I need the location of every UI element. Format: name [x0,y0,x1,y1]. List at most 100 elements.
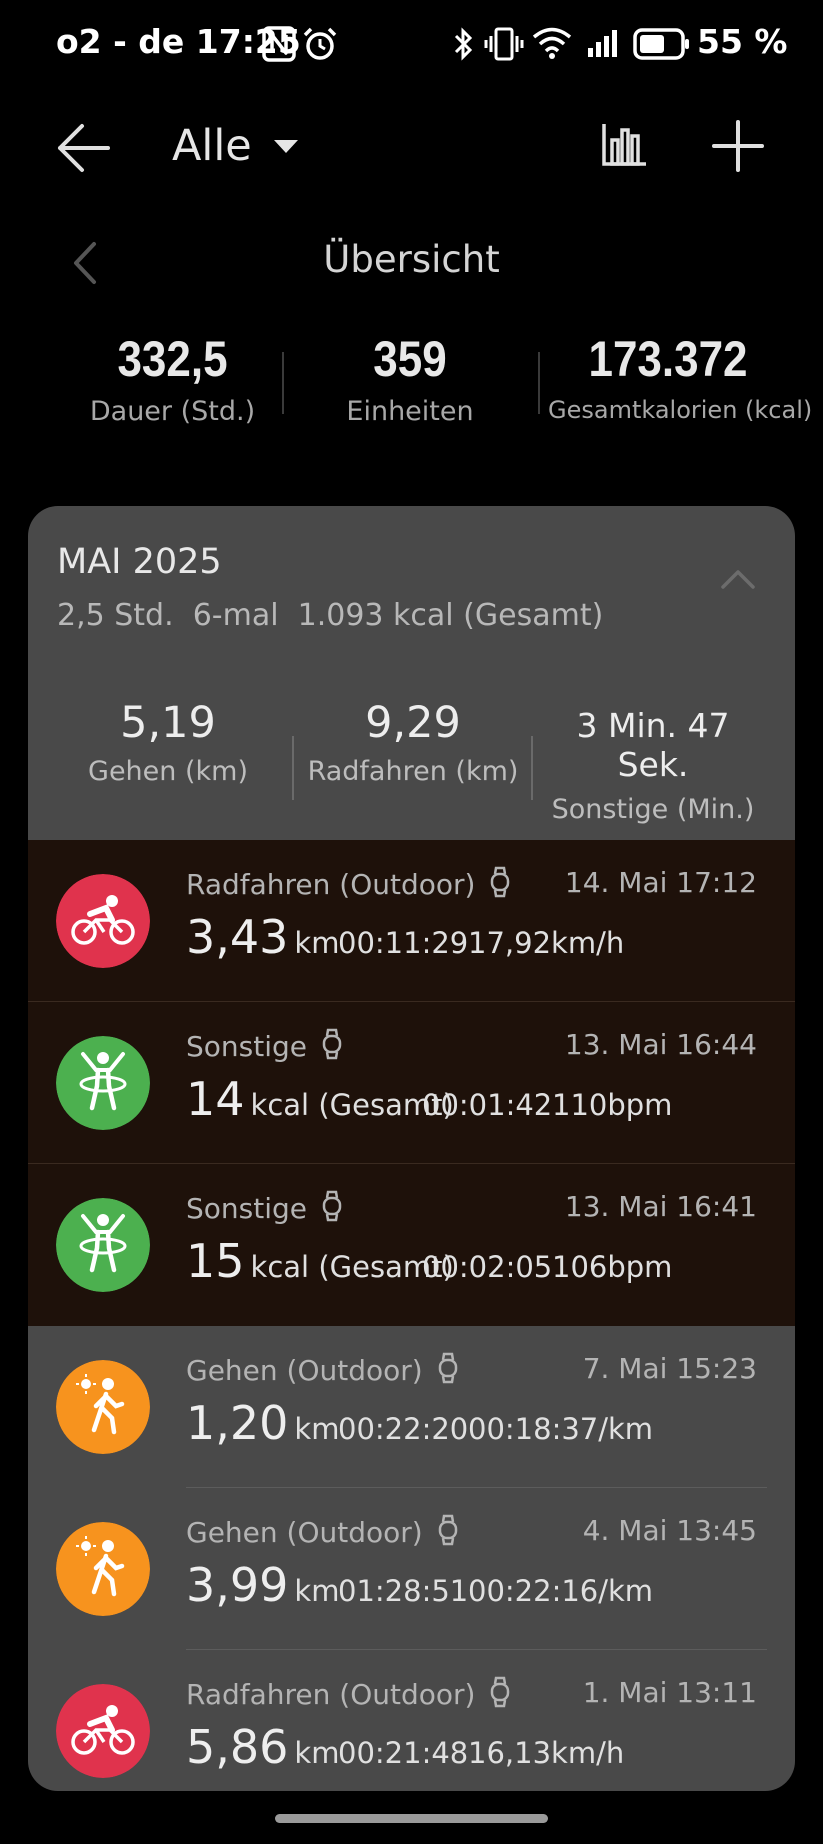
filter-label: Alle [172,121,252,171]
stat-label: Gehen (km) [88,756,248,787]
activity-row[interactable]: Sonstige 13. Mai 16:44 14 kcal (Gesamt) 0… [28,1002,795,1164]
activity-type: Gehen (Outdoor) [186,1352,459,1387]
month-stat-cycling: 9,29 Radfahren (km) [303,698,523,787]
hula-hoop-icon [56,1198,150,1292]
activity-duration: 01:28:51 [338,1574,469,1608]
bluetooth-icon [454,27,473,61]
battery-percent: 55 % [697,22,788,61]
activity-date: 4. Mai 13:45 [582,1514,757,1547]
divider [538,352,540,414]
activity-list: Radfahren (Outdoor) 14. Mai 17:12 3,43 km… [28,840,795,1791]
activity-extra: 110bpm [552,1088,673,1122]
activity-metrics: 3,99 km 01:28:51 00:22:16/km [186,1558,786,1618]
statistics-button[interactable] [600,120,650,170]
cycling-icon [56,1684,150,1778]
home-indicator[interactable] [275,1814,548,1823]
watch-icon [438,1352,457,1384]
overview-title: Übersicht [323,238,500,281]
activity-type: Gehen (Outdoor) [186,1514,459,1549]
activity-duration: 00:11:29 [338,926,469,960]
activity-metrics: 15 kcal (Gesamt) 00:02:05 106bpm [186,1234,786,1294]
activity-extra: 106bpm [552,1250,673,1284]
back-arrow-icon [58,124,110,172]
watch-icon [322,1190,342,1222]
activity-date: 14. Mai 17:12 [564,866,757,899]
status-bar: o2 - de 17:25 55 % [0,0,823,92]
month-title: MAI 2025 [57,542,222,582]
activity-duration: 00:02:05 [422,1250,553,1284]
activity-extra: 17,92km/h [468,926,625,960]
activity-date: 13. Mai 16:44 [564,1028,757,1061]
activity-unit: km [294,926,340,960]
activity-value: 5,86 [186,1720,289,1774]
month-summary: 2,5 Std. 6-mal 1.093 kcal (Gesamt) [57,598,604,633]
overview-stats: 332,5 Dauer (Std.) 359 Einheiten 173.372… [0,330,823,440]
stat-label: Radfahren (km) [307,756,519,787]
stat-value: 3 Min. 47 Sek. [576,706,730,784]
chevron-up-icon [721,570,755,589]
activity-metrics: 1,20 km 00:22:20 00:18:37/km [186,1396,786,1456]
add-workout-button[interactable] [710,118,766,174]
activity-row[interactable]: Radfahren (Outdoor) 1. Mai 13:11 5,86 km … [28,1650,795,1791]
activity-type: Sonstige [186,1190,343,1225]
activity-duration: 00:22:20 [338,1412,469,1446]
nfc-icon [262,26,296,62]
stat-label: Dauer (Std.) [89,396,256,427]
filter-dropdown[interactable]: Alle [172,114,298,178]
activity-metrics: 5,86 km 00:21:48 16,13km/h [186,1720,786,1780]
watch-icon [438,1514,457,1546]
activity-row[interactable]: Gehen (Outdoor) 7. Mai 15:23 1,20 km 00:2… [28,1326,795,1488]
stat-label: Einheiten [346,396,474,427]
watch-icon [491,1676,510,1708]
collapse-button[interactable] [720,568,756,590]
plus-icon [712,120,764,172]
activity-value: 3,43 [186,910,289,964]
activity-unit: km [294,1412,340,1446]
activity-date: 7. Mai 15:23 [582,1352,757,1385]
back-button[interactable] [50,118,120,178]
activity-date: 1. Mai 13:11 [582,1676,757,1709]
hula-hoop-icon [56,1036,150,1130]
activity-extra: 16,13km/h [468,1736,625,1770]
overview-stat-duration: 332,5 Dauer (Std.) [70,330,275,427]
signal-icon [588,30,617,57]
vibrate-icon [484,27,524,61]
stat-label: Sonstige (Min.) [551,794,755,825]
cycling-icon [56,874,150,968]
activity-value: 14 [186,1072,245,1126]
activity-row[interactable]: Sonstige 13. Mai 16:41 15 kcal (Gesamt) 0… [28,1164,795,1326]
watch-icon [491,866,510,898]
watch-icon [322,1028,342,1060]
activity-value: 15 [186,1234,245,1288]
activity-duration: 00:01:42 [422,1088,553,1122]
activity-unit: km [294,1736,340,1770]
stat-value: 5,19 [120,698,216,748]
activity-value: 1,20 [186,1396,289,1450]
activity-type: Sonstige [186,1028,343,1063]
caret-down-icon [273,139,298,153]
wifi-icon [532,27,572,59]
battery-icon [633,28,689,60]
activity-metrics: 14 kcal (Gesamt) 00:01:42 110bpm [186,1072,786,1132]
activity-row[interactable]: Gehen (Outdoor) 4. Mai 13:45 3,99 km 01:2… [28,1488,795,1650]
stat-value: 332,5 [117,331,228,387]
alarm-icon [303,27,337,60]
overview-stat-sessions: 359 Einheiten [330,330,490,427]
walking-icon [56,1522,150,1616]
activity-metrics: 3,43 km 00:11:29 17,92km/h [186,910,786,970]
overview-stat-calories: 173.372 Gesamtkalorien (kcal) [548,330,813,424]
stat-label: Gesamtkalorien (kcal) [548,396,813,424]
activity-value: 3,99 [186,1558,289,1612]
walking-icon [56,1360,150,1454]
month-card: MAI 2025 2,5 Std. 6-mal 1.093 kcal (Gesa… [28,506,795,1791]
month-stat-other: 3 Min. 47 Sek. Sonstige (Min.) [536,698,770,825]
stat-value: 173.372 [588,331,748,387]
bar-chart-icon [602,124,646,166]
month-stat-walking: 5,19 Gehen (km) [68,698,268,787]
activity-extra: 00:18:37/km [468,1412,654,1446]
activity-row[interactable]: Radfahren (Outdoor) 14. Mai 17:12 3,43 km… [28,840,795,1002]
activity-type: Radfahren (Outdoor) [186,866,511,901]
stat-value: 9,29 [365,698,461,748]
app-bar: Alle [0,100,823,190]
activity-unit: km [294,1574,340,1608]
